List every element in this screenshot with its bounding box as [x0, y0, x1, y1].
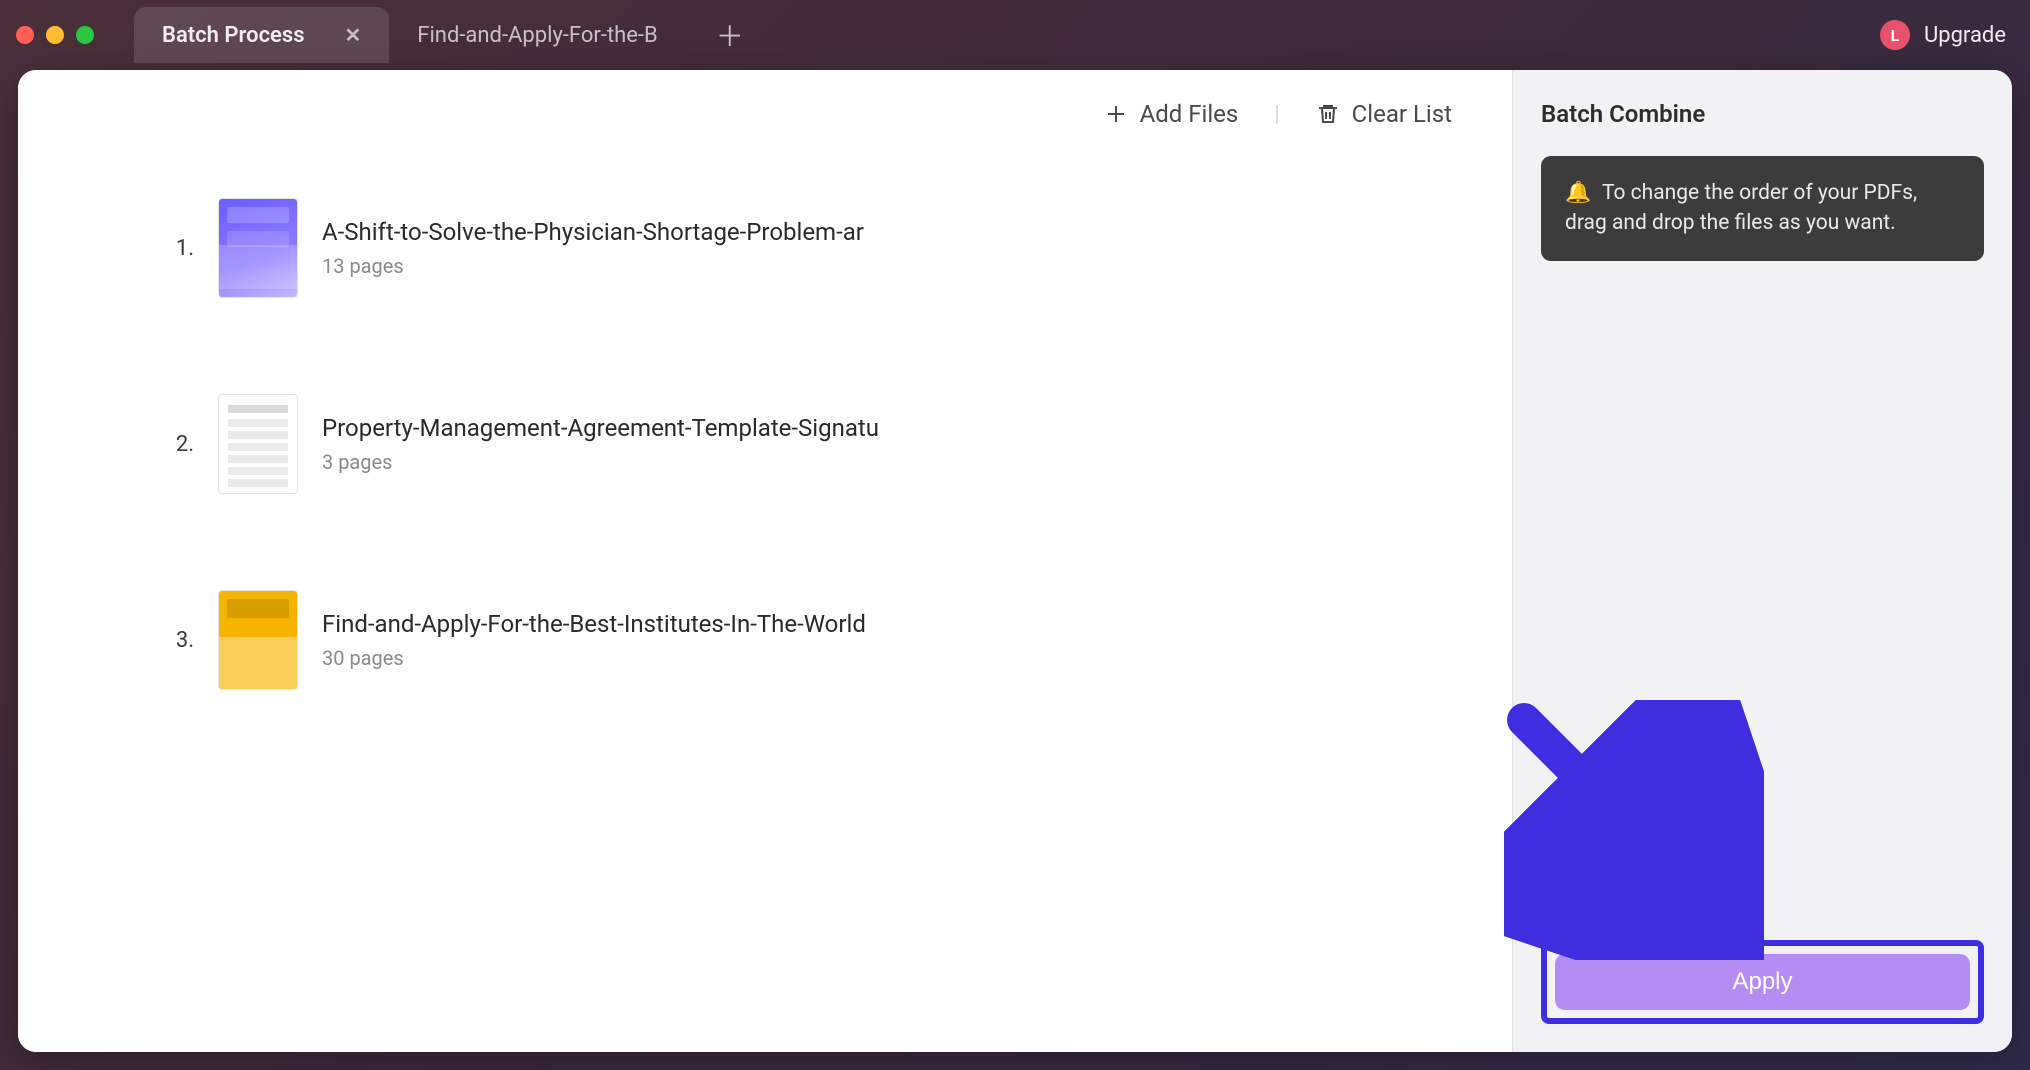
side-title: Batch Combine [1541, 100, 1984, 128]
clear-list-button[interactable]: Clear List [1316, 100, 1452, 128]
maximize-window-button[interactable] [76, 26, 94, 44]
avatar-letter: L [1891, 26, 1900, 45]
tab-strip: Batch Process ✕ Find-and-Apply-For-the-B… [134, 0, 1880, 70]
bell-icon: 🔔 [1565, 181, 1591, 205]
file-index: 3. [158, 628, 194, 653]
upgrade-button[interactable]: Upgrade [1924, 23, 2006, 48]
plus-icon [1104, 102, 1128, 126]
minimize-window-button[interactable] [46, 26, 64, 44]
titlebar: Batch Process ✕ Find-and-Apply-For-the-B… [0, 0, 2030, 70]
file-title: Property-Management-Agreement-Template-S… [322, 414, 879, 442]
file-meta: Find-and-Apply-For-the-Best-Institutes-I… [322, 610, 866, 670]
tip-box: 🔔 To change the order of your PDFs, drag… [1541, 156, 1984, 261]
new-tab-button[interactable]: ＋ [710, 15, 750, 55]
file-toolbar: Add Files | Clear List [18, 70, 1512, 138]
file-pages: 13 pages [322, 254, 864, 278]
file-meta: Property-Management-Agreement-Template-S… [322, 414, 879, 474]
file-thumbnail [218, 198, 298, 298]
file-title: Find-and-Apply-For-the-Best-Institutes-I… [322, 610, 866, 638]
file-thumbnail [218, 590, 298, 690]
add-files-button[interactable]: Add Files [1104, 100, 1239, 128]
list-item[interactable]: 3. Find-and-Apply-For-the-Best-Institute… [158, 590, 1412, 690]
file-list: 1. A-Shift-to-Solve-the-Physician-Shorta… [18, 138, 1512, 710]
close-tab-icon[interactable]: ✕ [345, 23, 362, 47]
tab-label: Find-and-Apply-For-the-B [417, 23, 657, 48]
file-thumbnail [218, 394, 298, 494]
titlebar-right: L Upgrade [1880, 20, 2006, 50]
clear-list-label: Clear List [1352, 100, 1452, 128]
apply-button[interactable]: Apply [1555, 954, 1970, 1010]
file-title: A-Shift-to-Solve-the-Physician-Shortage-… [322, 218, 864, 246]
apply-highlight: Apply [1541, 940, 1984, 1024]
window-controls [16, 26, 94, 44]
close-window-button[interactable] [16, 26, 34, 44]
tab-label: Batch Process [162, 23, 305, 48]
plus-icon: ＋ [716, 15, 744, 55]
file-index: 2. [158, 432, 194, 457]
tab-secondary[interactable]: Find-and-Apply-For-the-B [389, 7, 685, 63]
list-item[interactable]: 2. Property-Management-Agreement-Templat… [158, 394, 1412, 494]
file-pages: 30 pages [322, 646, 866, 670]
side-pane: Batch Combine 🔔 To change the order of y… [1512, 70, 2012, 1052]
file-meta: A-Shift-to-Solve-the-Physician-Shortage-… [322, 218, 864, 278]
tip-text: To change the order of your PDFs, drag a… [1565, 181, 1917, 235]
file-pages: 3 pages [322, 450, 879, 474]
add-files-label: Add Files [1140, 100, 1239, 128]
trash-icon [1316, 102, 1340, 126]
app-window: Add Files | Clear List 1. A-Shift-to-Sol… [18, 70, 2012, 1052]
user-avatar[interactable]: L [1880, 20, 1910, 50]
main-pane: Add Files | Clear List 1. A-Shift-to-Sol… [18, 70, 1512, 1052]
toolbar-separator: | [1274, 102, 1279, 127]
list-item[interactable]: 1. A-Shift-to-Solve-the-Physician-Shorta… [158, 198, 1412, 298]
tab-batch-process[interactable]: Batch Process ✕ [134, 7, 389, 63]
file-index: 1. [158, 236, 194, 261]
